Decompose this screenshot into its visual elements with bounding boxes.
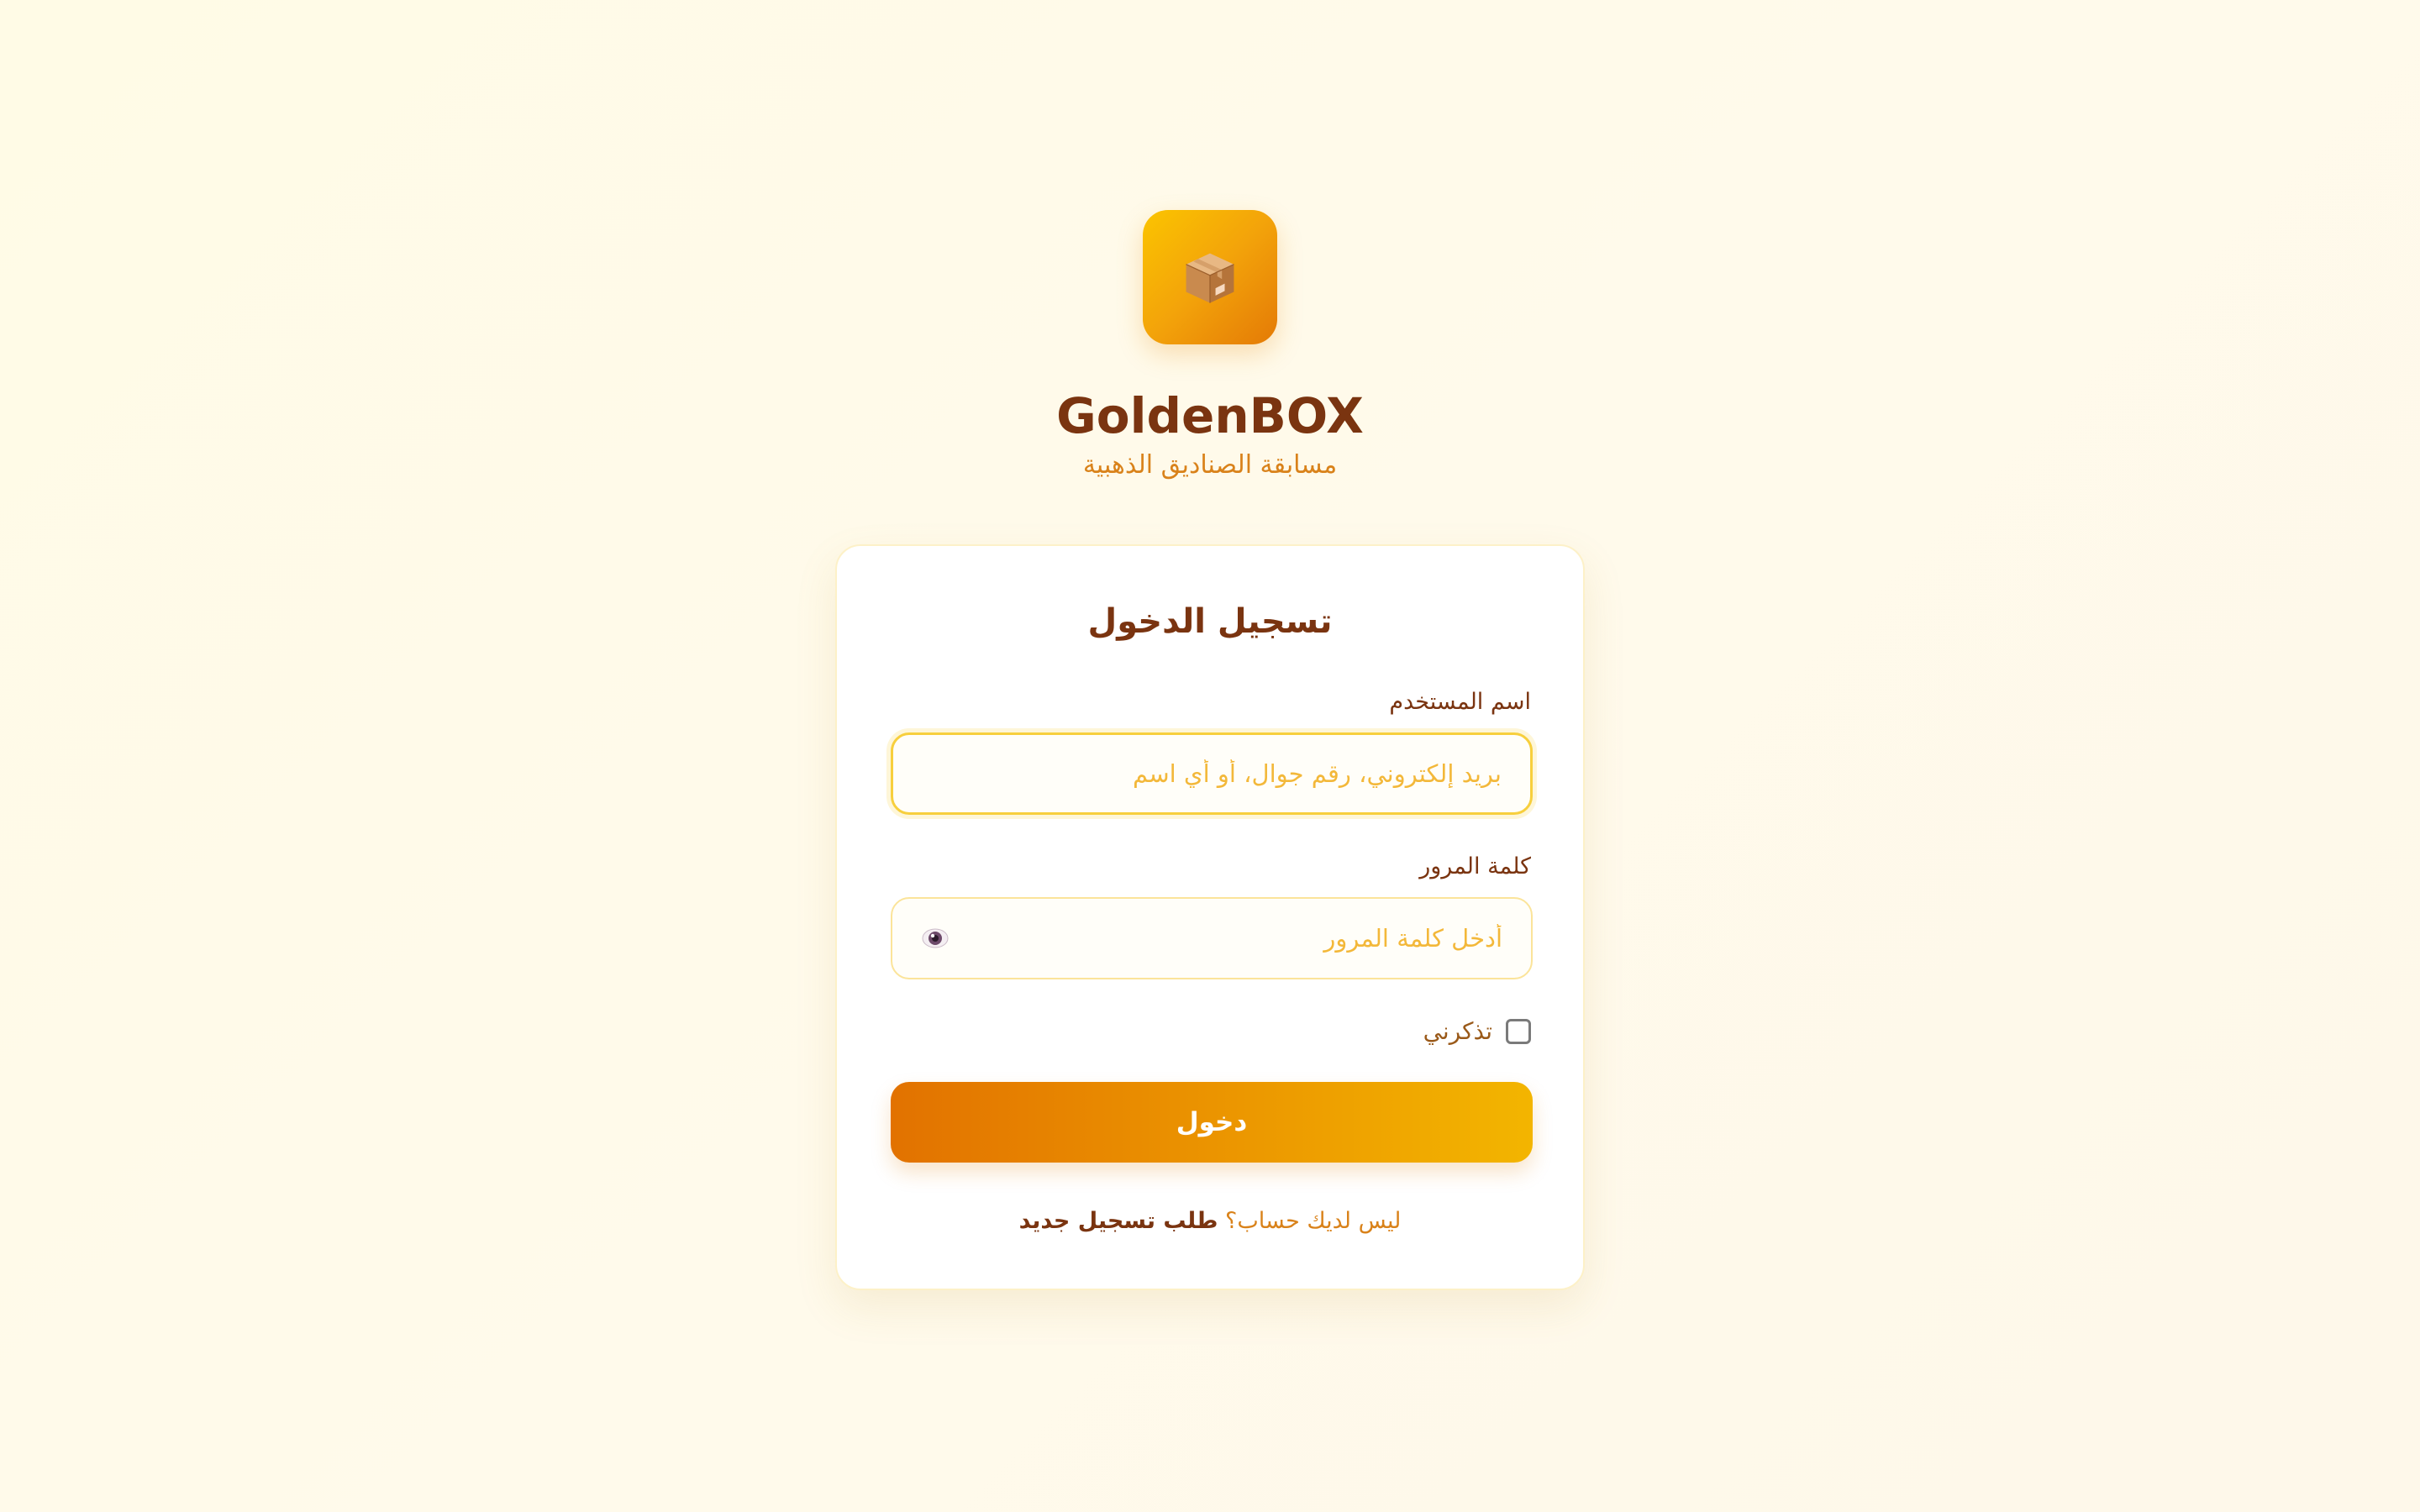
register-prompt: ليس لديك حساب؟ طلب تسجيل جديد: [837, 1205, 1583, 1238]
app-title: GoldenBOX: [1056, 387, 1364, 444]
remember-me-checkbox[interactable]: [1506, 1019, 1531, 1044]
username-label: اسم المستخدم: [1389, 689, 1531, 715]
package-box-icon: [1186, 253, 1234, 303]
login-title: تسجيل الدخول: [1087, 602, 1333, 641]
logo: [1143, 210, 1277, 344]
username-field-box[interactable]: [891, 732, 1533, 815]
register-link[interactable]: طلب تسجيل جديد: [1019, 1208, 1218, 1234]
eye-icon[interactable]: [921, 924, 950, 953]
password-input[interactable]: [958, 924, 1502, 953]
register-prompt-text: ليس لديك حساب؟: [1225, 1208, 1402, 1234]
password-field-box[interactable]: [891, 897, 1533, 979]
remember-me[interactable]: تذكرني: [1423, 1016, 1531, 1047]
login-card: تسجيل الدخول اسم المستخدم كلمة المرور تذ…: [835, 544, 1585, 1290]
login-button[interactable]: دخول: [891, 1082, 1533, 1163]
app-subtitle: مسابقة الصناديق الذهبية: [1082, 450, 1338, 480]
remember-me-label: تذكرني: [1423, 1017, 1492, 1045]
username-input[interactable]: [922, 759, 1502, 788]
brand-header: GoldenBOX مسابقة الصناديق الذهبية: [0, 210, 2420, 482]
password-label: كلمة المرور: [1419, 853, 1531, 879]
